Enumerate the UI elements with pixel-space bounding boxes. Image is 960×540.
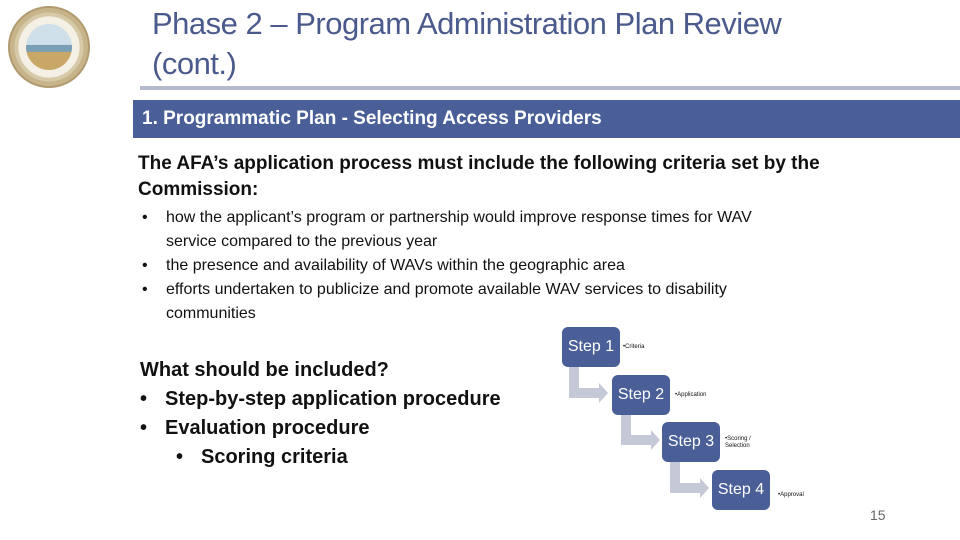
step-2-note: •Application	[675, 392, 707, 398]
step-3-note: •Scoring / Selection	[725, 436, 751, 449]
step-1-box: Step 1	[562, 327, 620, 367]
connector-arrow-2-3	[621, 414, 660, 450]
step-2-label: Step 2	[617, 386, 665, 403]
step-1-label: Step 1	[567, 338, 615, 355]
step-4-label: Step 4	[717, 481, 765, 498]
step-connector-arrows	[569, 367, 709, 498]
step-2-box: Step 2	[612, 375, 670, 415]
step-3-label: Step 3	[667, 433, 715, 450]
step-1-note: •Criteria	[623, 344, 645, 350]
page-number: 15	[870, 507, 886, 523]
step-3-box: Step 3	[662, 422, 720, 462]
connector-arrow-1-2	[569, 367, 608, 403]
connector-arrow-3-4	[670, 462, 709, 498]
step-4-note: •Approval	[778, 492, 804, 498]
step-4-box: Step 4	[712, 470, 770, 510]
